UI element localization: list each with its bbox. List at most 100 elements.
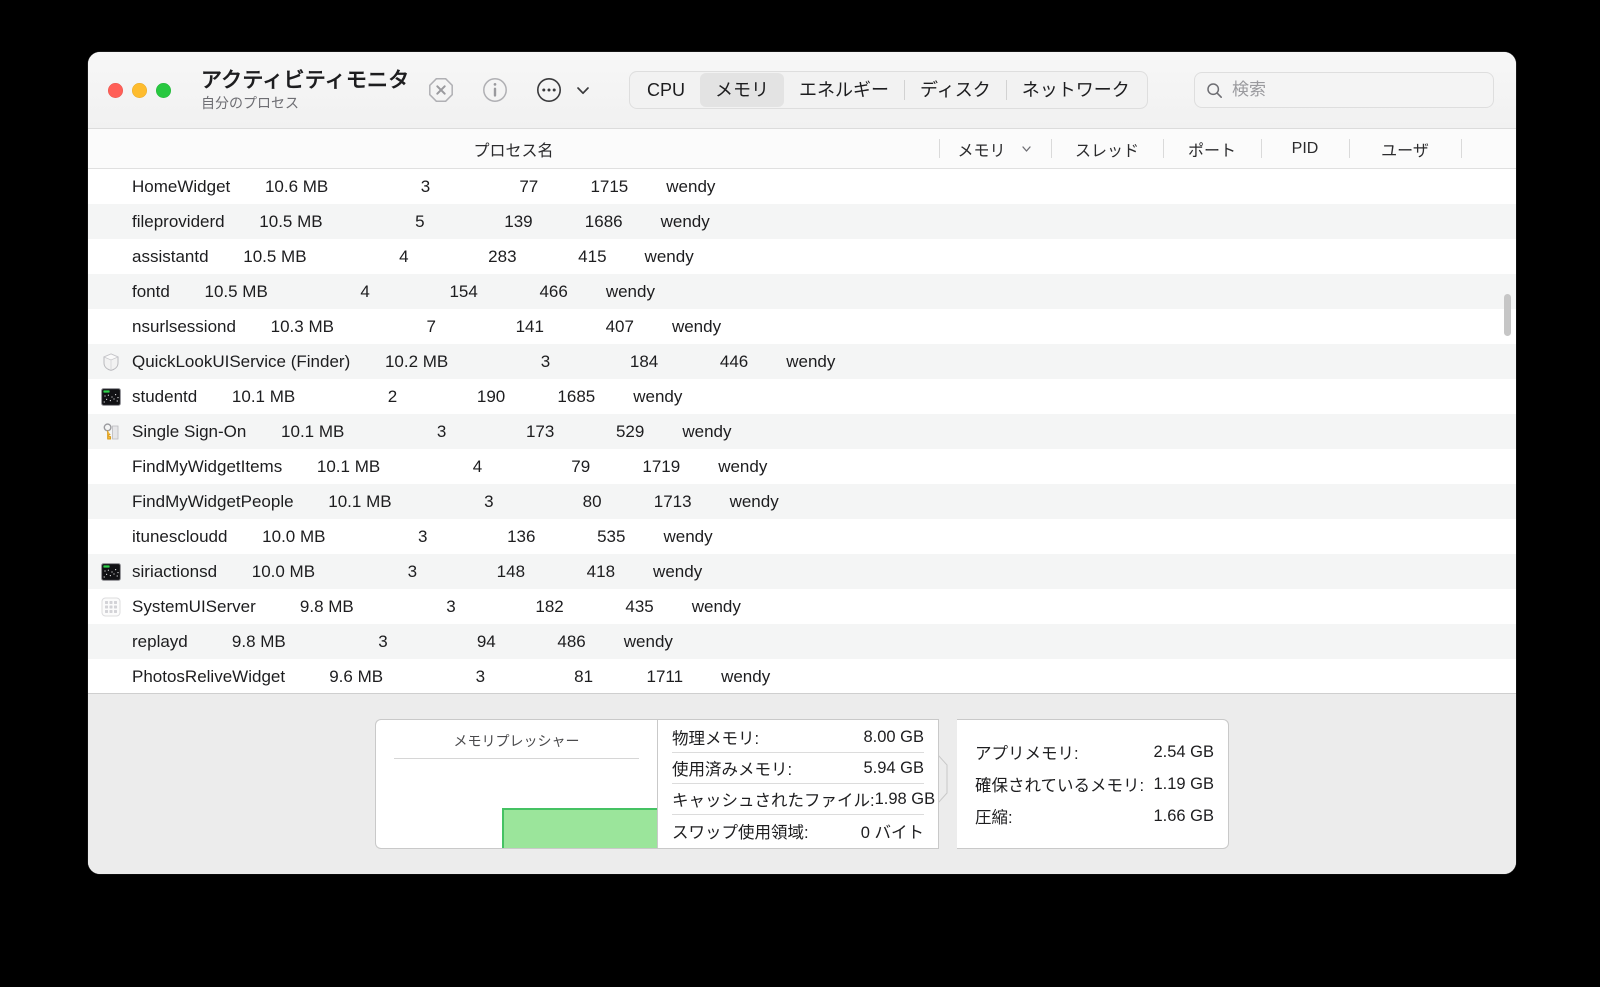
inspect-process-icon[interactable] xyxy=(481,76,509,104)
cell-threads: 3 xyxy=(446,596,456,616)
table-row[interactable]: HomeWidget 10.6 MB 3 77 1715 wendy xyxy=(88,169,1516,204)
cell-pid: 1711 xyxy=(646,666,684,686)
memory-stat-value: 0 バイト xyxy=(860,823,924,842)
process-name-label: siriactionsd xyxy=(132,561,218,581)
table-row[interactable]: itunescloudd 10.0 MB 3 136 535 wendy xyxy=(88,519,1516,554)
cell-pid: 446 xyxy=(719,351,749,371)
memory-stat-label: 圧縮: xyxy=(975,809,1013,827)
chevron-down-icon[interactable] xyxy=(573,80,593,100)
cell-threads: 5 xyxy=(415,211,425,231)
minimize-button[interactable] xyxy=(132,82,147,98)
memory-pressure-baseline xyxy=(394,758,639,759)
memory-stats-right: アプリメモリ: 2.54 GB 確保されているメモリ: 1.19 GB 圧縮: 1.66 … xyxy=(957,719,1229,849)
column-header-ports[interactable]: ポート xyxy=(1163,129,1261,168)
cell-memory: 10.0 MB xyxy=(251,561,316,581)
tab-memory[interactable]: メモリ xyxy=(700,73,785,107)
memory-stat-value: 1.66 GB xyxy=(1153,806,1214,825)
cell-threads: 3 xyxy=(378,631,388,651)
process-name-label: QuickLookUIService (Finder) xyxy=(132,351,351,371)
scrollbar-thumb[interactable] xyxy=(1504,294,1511,336)
cell-pid: 486 xyxy=(557,631,586,651)
vertical-scrollbar[interactable] xyxy=(1494,169,1516,693)
cell-user: wendy xyxy=(682,421,732,441)
search-input[interactable] xyxy=(1232,80,1482,100)
tab-network[interactable]: ネットワーク xyxy=(1007,73,1145,107)
column-label: メモリ xyxy=(957,142,1006,160)
process-name-label: fileproviderd xyxy=(132,211,225,231)
cell-ports: 148 xyxy=(496,561,526,581)
memory-stat-row: 確保されているメモリ: 1.19 GB xyxy=(975,771,1214,797)
cell-threads: 4 xyxy=(360,281,370,301)
process-table[interactable]: HomeWidget 10.6 MB 3 77 1715 wendy fileprovide… xyxy=(88,169,1516,693)
cell-pid: 415 xyxy=(578,246,607,266)
cell-memory: 10.6 MB xyxy=(264,176,329,196)
cell-process-name: itunescloudd xyxy=(88,526,227,548)
table-row[interactable]: FindMyWidgetItems 10.1 MB 4 79 1719 wendy xyxy=(88,449,1516,484)
window-titlebar: アクティビティモニタ 自分のプロセス CPU メモリ エネルギー ディスク ネッ… xyxy=(88,52,1516,129)
column-header-user[interactable]: ユーザ xyxy=(1349,129,1461,168)
cell-memory: 10.1 MB xyxy=(231,386,296,406)
search-field[interactable] xyxy=(1194,72,1494,108)
table-row[interactable]: Single Sign-On 10.1 MB 3 173 529 wendy xyxy=(88,414,1516,449)
column-header-memory[interactable]: メモリ xyxy=(939,129,1051,168)
column-header-pid[interactable]: PID xyxy=(1261,129,1349,168)
desktop-background: アクティビティモニタ 自分のプロセス CPU メモリ エネルギー ディスク ネッ… xyxy=(0,0,1600,987)
memory-stat-value: 2.54 GB xyxy=(1153,742,1214,761)
table-row[interactable]: siriactionsd 10.0 MB 3 148 418 wendy xyxy=(88,554,1516,589)
quit-process-icon[interactable] xyxy=(427,76,455,104)
title-block: アクティビティモニタ 自分のプロセス xyxy=(201,69,411,111)
memory-stat-row: キャッシュされたファイル: 1.98 GB xyxy=(672,784,935,815)
cell-pid: 1686 xyxy=(584,211,623,231)
table-row[interactable]: fileproviderd 10.5 MB 5 139 1686 wendy xyxy=(88,204,1516,239)
cell-process-name: SystemUIServer xyxy=(88,596,256,618)
memory-stat-value: 1.19 GB xyxy=(1153,774,1214,793)
column-label: スレッド xyxy=(1074,142,1139,160)
cell-pid: 418 xyxy=(586,561,616,581)
close-button[interactable] xyxy=(108,82,123,98)
sort-descending-icon xyxy=(1020,142,1033,155)
table-row[interactable]: studentd 10.1 MB 2 190 1685 wendy xyxy=(88,379,1516,414)
cell-pid: 535 xyxy=(597,526,626,546)
view-tab-bar[interactable]: CPU メモリ エネルギー ディスク ネットワーク xyxy=(629,71,1148,109)
more-options-icon[interactable] xyxy=(535,76,563,104)
table-row[interactable]: QuickLookUIService (Finder) 10.2 MB 3 184 44… xyxy=(88,344,1516,379)
cell-threads: 3 xyxy=(436,421,447,441)
cell-memory: 10.3 MB xyxy=(270,316,334,336)
cell-ports: 77 xyxy=(519,176,539,196)
cell-user: wendy xyxy=(663,526,713,546)
cell-pid: 1713 xyxy=(653,491,692,511)
activity-monitor-window: アクティビティモニタ 自分のプロセス CPU メモリ エネルギー ディスク ネッ… xyxy=(88,52,1516,874)
process-name-label: replayd xyxy=(132,631,188,651)
table-row[interactable]: assistantd 10.5 MB 4 283 415 wendy xyxy=(88,239,1516,274)
cell-user: wendy xyxy=(623,631,673,651)
table-row[interactable]: replayd 9.8 MB 3 94 486 wendy xyxy=(88,624,1516,659)
memory-stat-label: スワップ使用領域: xyxy=(672,823,809,842)
process-name-label: PhotosReliveWidget xyxy=(132,666,286,686)
tab-energy[interactable]: エネルギー xyxy=(784,73,904,107)
process-name-label: Single Sign-On xyxy=(132,421,247,441)
shield-icon xyxy=(100,351,122,373)
cell-ports: 173 xyxy=(525,421,555,441)
cell-user: wendy xyxy=(633,386,683,406)
cell-ports: 94 xyxy=(476,631,496,651)
cell-user: wendy xyxy=(660,211,710,231)
zoom-button[interactable] xyxy=(156,82,171,98)
column-label: プロセス名 xyxy=(473,142,554,160)
memory-summary-panel: メモリプレッシャー 物理メモリ: 8.00 GB 使用済みメモリ: 5.94 GB キャ… xyxy=(88,693,1516,874)
cell-ports: 190 xyxy=(476,386,506,406)
memory-stat-label: 使用済みメモリ: xyxy=(672,761,793,779)
cell-threads: 3 xyxy=(540,351,551,371)
memory-stats-left: 物理メモリ: 8.00 GB 使用済みメモリ: 5.94 GB キャッシュされたファイル… xyxy=(657,719,939,849)
column-header-process-name[interactable]: プロセス名 xyxy=(88,129,939,168)
table-row[interactable]: SystemUIServer 9.8 MB 3 182 435 wendy xyxy=(88,589,1516,624)
tab-disk[interactable]: ディスク xyxy=(905,73,1006,107)
table-row[interactable]: fontd 10.5 MB 4 154 466 wendy xyxy=(88,274,1516,309)
cell-user: wendy xyxy=(653,561,703,581)
column-header-threads[interactable]: スレッド xyxy=(1051,129,1163,168)
table-row[interactable]: nsurlsessiond 10.3 MB 7 141 407 wendy xyxy=(88,309,1516,344)
process-name-label: nsurlsessiond xyxy=(132,316,236,336)
table-row[interactable]: FindMyWidgetPeople 10.1 MB 3 80 1713 wendy xyxy=(88,484,1516,519)
table-row[interactable]: PhotosReliveWidget 9.6 MB 3 81 1711 wendy xyxy=(88,659,1516,693)
tab-cpu[interactable]: CPU xyxy=(632,73,700,107)
process-name-label: assistantd xyxy=(132,246,209,266)
